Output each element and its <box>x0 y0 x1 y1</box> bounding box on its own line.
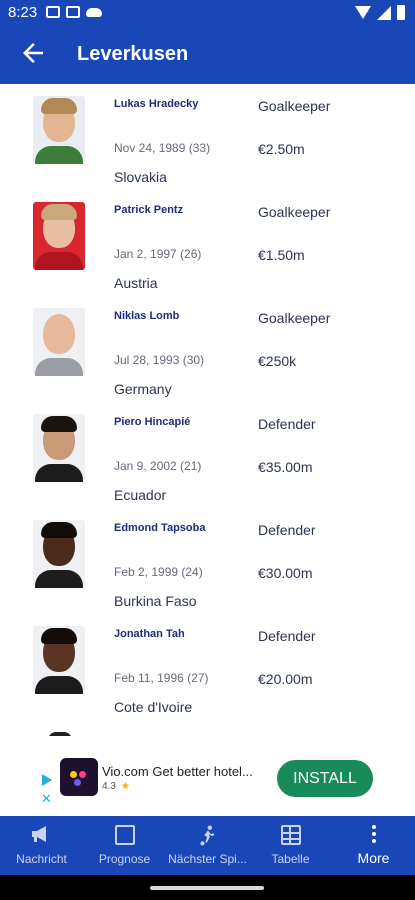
status-system-icons <box>355 5 405 20</box>
battery-icon <box>397 5 405 20</box>
player-row[interactable]: Lukas Hradecky Goalkeeper Nov 24, 1989 (… <box>0 84 415 190</box>
ad-app-logo <box>60 758 98 796</box>
ad-banner[interactable]: ✕ Vio.com Get better hotel... 4.3 ★ INST… <box>0 748 415 812</box>
more-icon <box>371 825 377 845</box>
player-photo <box>33 96 85 164</box>
player-photo <box>33 626 85 694</box>
player-photo <box>33 202 85 270</box>
player-market-value: €250k <box>258 353 297 369</box>
nav-item-naechster-spieltag[interactable]: Nächster Spi... <box>166 816 249 875</box>
install-button[interactable]: INSTALL <box>277 760 373 797</box>
megaphone-icon <box>31 826 46 842</box>
home-indicator[interactable] <box>150 886 264 890</box>
player-row[interactable]: Edmond Tapsoba Defender Feb 2, 1999 (24)… <box>0 508 415 614</box>
player-photo <box>48 732 72 736</box>
close-icon[interactable]: ✕ <box>41 791 52 807</box>
nav-label: Nächster Spi... <box>168 852 247 866</box>
player-position: Goalkeeper <box>258 310 331 326</box>
player-market-value: €20.00m <box>258 671 313 687</box>
bottom-nav: Nachricht Prognose Nächster Spi... Tabel… <box>0 816 415 875</box>
player-market-value: €2.50m <box>258 141 305 157</box>
player-name: Patrick Pentz <box>114 204 184 216</box>
ad-rating: 4.3 <box>102 781 116 792</box>
arrow-left-icon[interactable] <box>18 38 48 68</box>
nav-item-tabelle[interactable]: Tabelle <box>249 816 332 875</box>
player-position: Defender <box>258 416 316 432</box>
nav-label: Nachricht <box>16 852 67 866</box>
cloud-icon <box>86 8 102 17</box>
nav-item-prognose[interactable]: Prognose <box>83 816 166 875</box>
calendar-icon <box>46 6 60 18</box>
nav-item-nachricht[interactable]: Nachricht <box>0 816 83 875</box>
player-birthdate: Nov 24, 1989 (33) <box>114 141 211 155</box>
player-row[interactable]: Piero Hincapié Defender Jan 9, 2002 (21)… <box>0 402 415 508</box>
player-birthdate: Feb 11, 1996 (27) <box>114 671 209 685</box>
player-row[interactable]: Jonathan Tah Defender Feb 11, 1996 (27) … <box>0 614 415 720</box>
nav-label: Prognose <box>98 852 151 866</box>
player-nationality: Burkina Faso <box>114 593 197 609</box>
player-birthdate: Jan 9, 2002 (21) <box>114 459 202 473</box>
player-birthdate: Jul 28, 1993 (30) <box>114 353 205 367</box>
nav-label: Tabelle <box>271 852 310 866</box>
system-nav-bar <box>0 875 415 900</box>
player-row[interactable]: Patrick Pentz Goalkeeper Jan 2, 1997 (26… <box>0 190 415 296</box>
nav-item-more[interactable]: More <box>332 816 415 875</box>
status-notification-icons <box>46 6 102 18</box>
player-birthdate: Jan 2, 1997 (26) <box>114 247 202 261</box>
soccer-player-icon <box>199 825 214 846</box>
player-name: Lukas Hradecky <box>114 98 199 110</box>
player-photo <box>33 414 85 482</box>
player-nationality: Slovakia <box>114 169 167 185</box>
star-icon: ★ <box>121 781 130 792</box>
player-position: Defender <box>258 628 316 644</box>
wifi-icon <box>355 6 371 19</box>
player-position: Goalkeeper <box>258 204 331 220</box>
prognose-icon <box>114 825 135 845</box>
player-name: Jonathan Tah <box>114 628 185 640</box>
player-market-value: €35.00m <box>258 459 313 475</box>
table-icon <box>280 825 301 845</box>
player-row[interactable]: Niklas Lomb Goalkeeper Jul 28, 1993 (30)… <box>0 296 415 402</box>
signal-icon <box>377 5 391 20</box>
app-bar: Leverkusen <box>0 26 415 84</box>
player-position: Defender <box>258 522 316 538</box>
player-birthdate: Feb 2, 1999 (24) <box>114 565 203 579</box>
ad-choices-icon[interactable] <box>42 774 52 786</box>
player-nationality: Germany <box>114 381 172 397</box>
player-photo <box>33 520 85 588</box>
calendar-icon <box>66 6 80 18</box>
player-market-value: €30.00m <box>258 565 313 581</box>
page-title: Leverkusen <box>77 43 189 65</box>
status-bar: 8:23 <box>0 0 415 26</box>
player-name: Edmond Tapsoba <box>114 522 206 534</box>
status-time: 8:23 <box>8 4 38 21</box>
player-name: Piero Hincapié <box>114 416 191 428</box>
player-nationality: Ecuador <box>114 487 167 503</box>
nav-label: More <box>357 850 390 866</box>
ad-title: Vio.com Get better hotel... <box>102 764 253 779</box>
player-nationality: Austria <box>114 275 158 291</box>
player-name: Niklas Lomb <box>114 310 180 322</box>
player-position: Goalkeeper <box>258 98 331 114</box>
player-nationality: Cote d'Ivoire <box>114 699 193 715</box>
player-market-value: €1.50m <box>258 247 305 263</box>
player-photo <box>33 308 85 376</box>
player-row-partial <box>0 728 415 736</box>
player-list[interactable]: Lukas Hradecky Goalkeeper Nov 24, 1989 (… <box>0 84 415 736</box>
